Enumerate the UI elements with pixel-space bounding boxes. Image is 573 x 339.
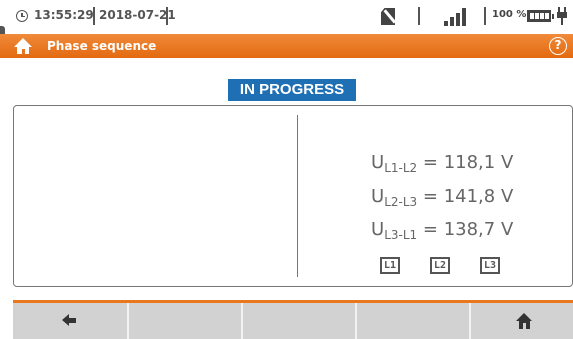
reading-subscript: L2-L3	[384, 195, 418, 209]
status-badge: IN PROGRESS	[228, 79, 356, 101]
reading-value: = 141,8 V	[417, 186, 514, 207]
status-date: 2018-07-21	[99, 8, 176, 22]
reading-symbol: U	[371, 219, 385, 240]
toolbar-button-3[interactable]	[243, 303, 355, 339]
status-time: 13:55:29	[34, 8, 94, 22]
home-icon[interactable]	[516, 313, 532, 329]
clock-icon	[16, 10, 28, 22]
status-separator	[418, 7, 420, 25]
panel-divider	[297, 115, 299, 277]
page-title: Phase sequence	[47, 39, 157, 53]
help-icon[interactable]: ?	[549, 37, 567, 55]
status-separator	[484, 7, 486, 25]
phase-indicator-l2: L2	[430, 257, 450, 274]
voltage-reading-l1-l2: UL1-L2 = 118,1 V	[371, 152, 513, 175]
battery-level: 100 %	[492, 9, 527, 20]
sd-card-crossed-icon	[381, 8, 395, 25]
title-bar: Phase sequence ?	[0, 34, 573, 58]
status-bar: 13:55:29 2018-07-21 100 %	[0, 0, 573, 34]
battery-icon	[527, 10, 554, 22]
reading-subscript: L1-L2	[384, 161, 418, 175]
signal-strength-icon	[444, 6, 470, 26]
phase-indicator-l3: L3	[480, 257, 500, 274]
power-plug-icon	[556, 7, 568, 25]
toolbar-button-2[interactable]	[129, 303, 241, 339]
voltage-reading-l2-l3: UL2-L3 = 141,8 V	[371, 186, 513, 209]
voltage-reading-l3-l1: UL3-L1 = 138,7 V	[371, 219, 513, 242]
phase-indicator-l1: L1	[380, 257, 400, 274]
toolbar-button-4[interactable]	[357, 303, 469, 339]
reading-value: = 118,1 V	[417, 152, 514, 173]
home-icon[interactable]	[14, 38, 32, 54]
status-separator	[93, 7, 95, 25]
back-arrow-icon[interactable]	[62, 314, 76, 326]
reading-value: = 138,7 V	[417, 219, 514, 240]
reading-subscript: L3-L1	[384, 228, 418, 242]
status-separator	[166, 7, 168, 25]
reading-symbol: U	[371, 152, 385, 173]
reading-symbol: U	[371, 186, 385, 207]
